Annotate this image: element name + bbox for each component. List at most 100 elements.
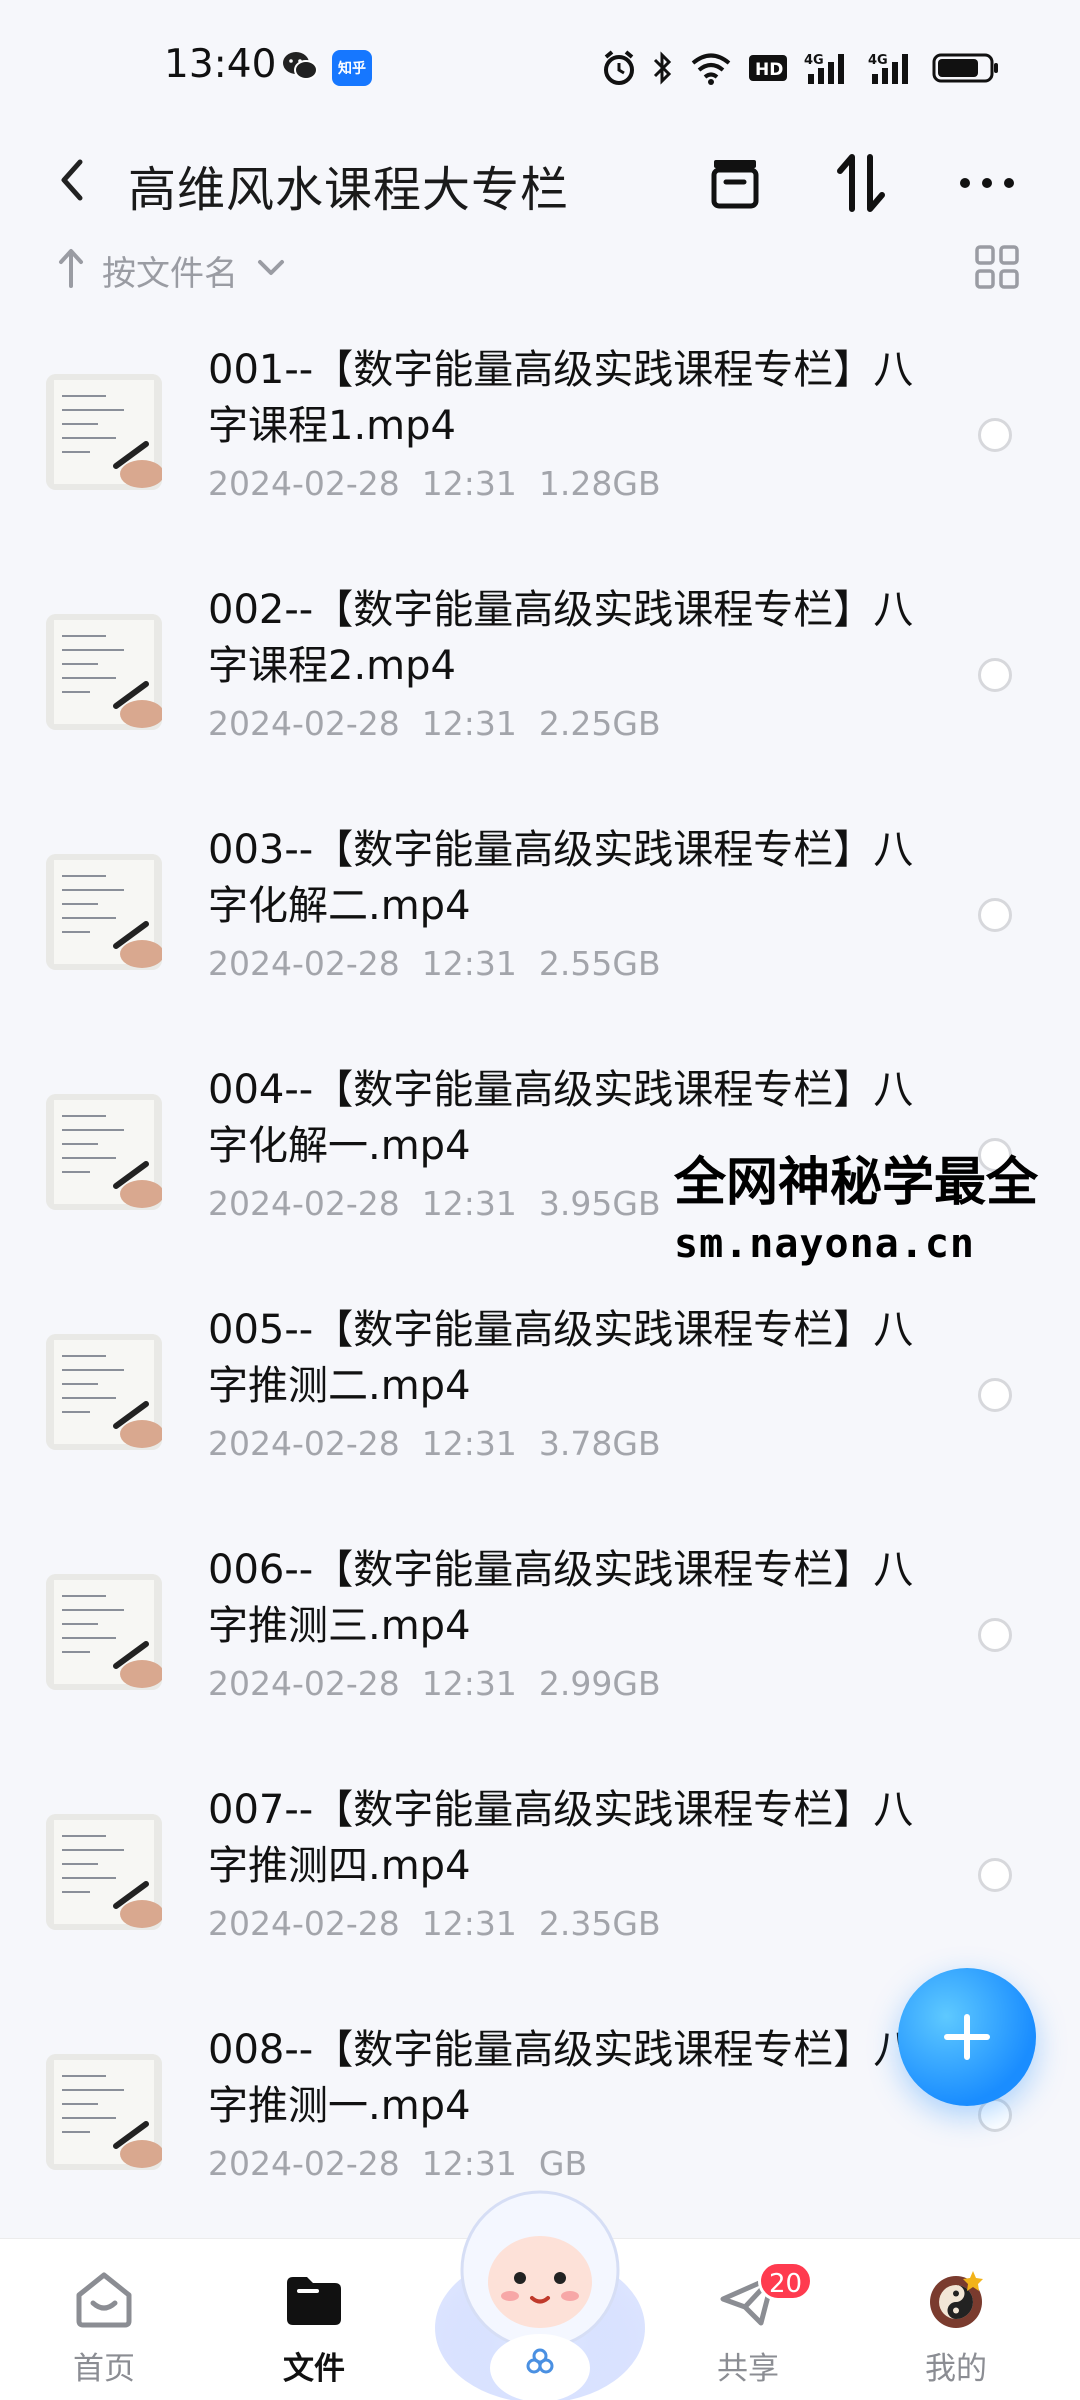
watermark-title: 全网神秘学最全	[674, 1153, 1039, 1213]
watermark-overlay: 全网神秘学最全 sm.nayona.cn	[674, 1140, 1074, 1267]
video-thumbnail-image	[46, 854, 162, 970]
chevron-down-icon[interactable]	[254, 250, 288, 284]
grid-view-icon[interactable]	[974, 244, 1020, 290]
file-row[interactable]: 002--【数字能量高级实践课程专栏】八字课程2.mp4 2024-02-28 1…	[0, 570, 1080, 814]
file-row[interactable]: 001--【数字能量高级实践课程专栏】八字课程1.mp4 2024-02-28 1…	[0, 330, 1080, 574]
file-name: 001--【数字能量高级实践课程专栏】八字课程1.mp4	[208, 347, 914, 449]
file-size: 3.78GB	[538, 1424, 661, 1463]
video-thumbnail-image	[46, 614, 162, 730]
sort-toggle-button[interactable]	[826, 148, 896, 218]
select-radio[interactable]	[978, 1858, 1012, 1892]
add-fab-button[interactable]	[898, 1968, 1036, 2106]
wechat-icon	[283, 52, 318, 80]
sort-bar: 按文件名	[0, 238, 1080, 298]
file-meta: 2024-02-28 12:31 1.28GB	[208, 464, 683, 503]
select-radio[interactable]	[978, 898, 1012, 932]
video-thumbnail	[46, 854, 162, 970]
signal-4g-icon-2: 4G	[868, 53, 908, 84]
video-thumbnail-image	[46, 2054, 162, 2170]
file-name: 002--【数字能量高级实践课程专栏】八字课程2.mp4	[208, 587, 914, 689]
archive-button[interactable]	[700, 148, 770, 218]
more-dots-icon	[960, 178, 1014, 188]
status-icons: HD 4G 4G	[602, 48, 1000, 88]
file-size: 3.95GB	[538, 1184, 661, 1223]
nav-share-label: 共享	[717, 2351, 779, 2387]
file-time: 12:31	[421, 1664, 517, 1703]
file-name: 003--【数字能量高级实践课程专栏】八字化解二.mp4	[208, 827, 914, 929]
back-arrow-icon[interactable]	[52, 152, 92, 208]
select-radio[interactable]	[978, 658, 1012, 692]
file-time: 12:31	[421, 944, 517, 983]
video-thumbnail-image	[46, 374, 162, 490]
file-time: 12:31	[421, 464, 517, 503]
file-size: 2.55GB	[538, 944, 661, 983]
nav-share[interactable]: 20 共享	[668, 2239, 828, 2400]
home-icon	[76, 2272, 132, 2328]
file-time: 12:31	[421, 1904, 517, 1943]
video-thumbnail-image	[46, 1334, 162, 1450]
nav-mine-label: 我的	[925, 2351, 987, 2387]
assistant-mascot-icon[interactable]	[430, 2178, 650, 2400]
file-name: 008--【数字能量高级实践课程专栏】八字推测一.mp4	[208, 2027, 914, 2129]
video-thumbnail	[46, 614, 162, 730]
file-meta: 2024-02-28 12:31 2.55GB	[208, 944, 683, 983]
alarm-icon	[604, 50, 634, 85]
file-browser-screen: 13:40 知乎 HD 4G 4G 高维风水课程大专栏 按文件名 001--【数…	[0, 0, 1080, 2400]
svg-text:4G: 4G	[868, 53, 888, 68]
zhihu-icon: 知乎	[332, 50, 372, 86]
more-menu-button[interactable]	[952, 148, 1022, 218]
plus-icon	[944, 2014, 990, 2060]
nav-mine[interactable]: 我的	[876, 2239, 1036, 2400]
signal-4g-icon: 4G	[804, 53, 844, 84]
file-row[interactable]: 003--【数字能量高级实践课程专栏】八字化解二.mp4 2024-02-28 1…	[0, 810, 1080, 1054]
watermark-url: sm.nayona.cn	[674, 1221, 975, 1267]
sort-arrows-icon	[837, 154, 885, 212]
file-date: 2024-02-28	[208, 1184, 400, 1223]
file-time: 12:31	[421, 1424, 517, 1463]
archive-icon	[711, 160, 759, 209]
file-meta: 2024-02-28 12:31 3.78GB	[208, 1424, 683, 1463]
video-thumbnail	[46, 1094, 162, 1210]
svg-text:4G: 4G	[804, 53, 824, 68]
file-name: 005--【数字能量高级实践课程专栏】八字推测二.mp4	[208, 1307, 914, 1409]
file-size: 2.25GB	[538, 704, 661, 743]
file-date: 2024-02-28	[208, 2144, 400, 2183]
folder-icon	[287, 2277, 341, 2325]
select-radio[interactable]	[978, 418, 1012, 452]
file-name: 006--【数字能量高级实践课程专栏】八字推测三.mp4	[208, 1547, 914, 1649]
file-time: 12:31	[421, 704, 517, 743]
file-size: 2.99GB	[538, 1664, 661, 1703]
file-row[interactable]: 006--【数字能量高级实践课程专栏】八字推测三.mp4 2024-02-28 1…	[0, 1530, 1080, 1774]
hd-icon: HD	[749, 55, 787, 81]
video-thumbnail	[46, 2054, 162, 2170]
file-size: 1.28GB	[538, 464, 661, 503]
sort-by-label[interactable]: 按文件名	[102, 246, 238, 295]
file-date: 2024-02-28	[208, 1424, 400, 1463]
share-badge: 20	[758, 2261, 814, 2301]
video-thumbnail	[46, 374, 162, 490]
file-size: 2.35GB	[538, 1904, 661, 1943]
select-radio[interactable]	[978, 1618, 1012, 1652]
select-radio[interactable]	[978, 1378, 1012, 1412]
status-bar: 13:40 知乎 HD 4G 4G	[0, 0, 1080, 130]
sort-up-arrow-icon[interactable]	[56, 246, 86, 290]
battery-icon	[932, 53, 998, 83]
file-row[interactable]: 007--【数字能量高级实践课程专栏】八字推测四.mp4 2024-02-28 1…	[0, 1770, 1080, 2014]
file-date: 2024-02-28	[208, 1904, 400, 1943]
video-thumbnail	[46, 1814, 162, 1930]
nav-home-label: 首页	[73, 2351, 135, 2387]
file-row[interactable]: 005--【数字能量高级实践课程专栏】八字推测二.mp4 2024-02-28 1…	[0, 1290, 1080, 1534]
status-time: 13:40	[164, 42, 277, 87]
nav-files[interactable]: 文件	[234, 2239, 394, 2400]
file-time: 12:31	[421, 1184, 517, 1223]
file-meta: 2024-02-28 12:31 2.99GB	[208, 1664, 683, 1703]
nav-files-label: 文件	[283, 2351, 345, 2387]
nav-home[interactable]: 首页	[24, 2239, 184, 2400]
file-meta: 2024-02-28 12:31 2.25GB	[208, 704, 683, 743]
file-meta: 2024-02-28 12:31 3.95GB	[208, 1184, 683, 1223]
video-thumbnail	[46, 1334, 162, 1450]
wifi-icon	[691, 53, 731, 85]
file-name: 007--【数字能量高级实践课程专栏】八字推测四.mp4	[208, 1787, 914, 1889]
app-header: 高维风水课程大专栏	[0, 130, 1080, 230]
svg-text:HD: HD	[755, 60, 783, 80]
